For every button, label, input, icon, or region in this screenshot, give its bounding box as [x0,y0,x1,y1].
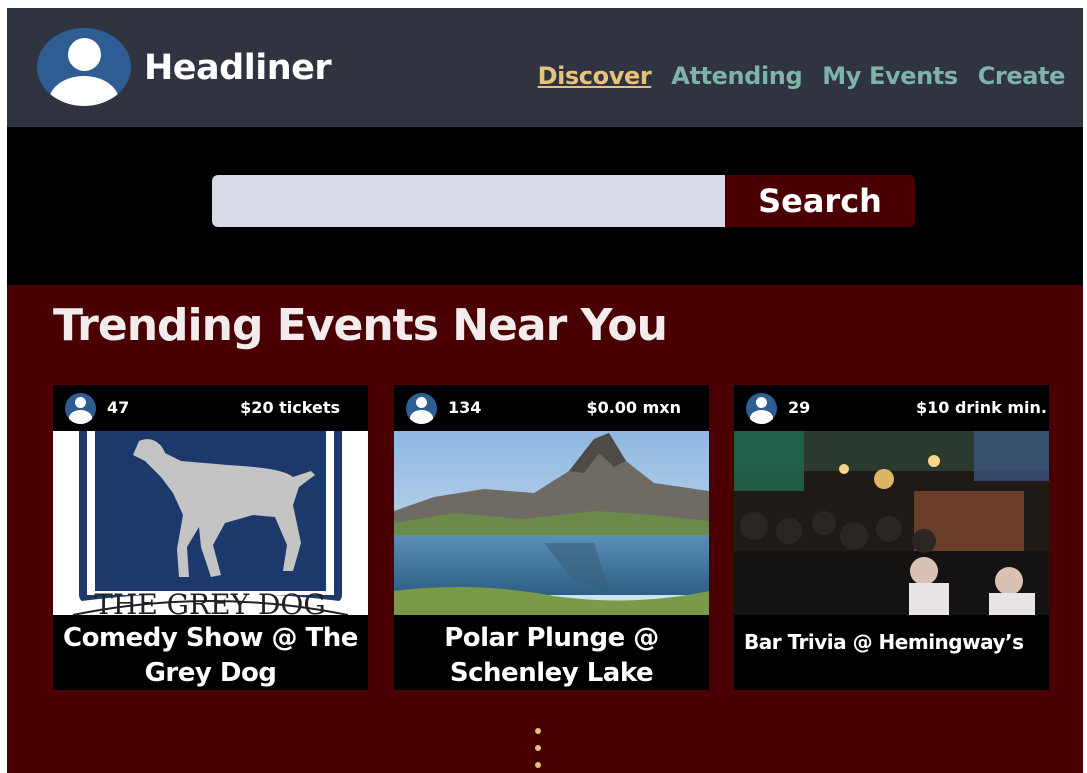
card-meta: 47 $20 tickets [53,385,368,431]
event-card-comedy[interactable]: 47 $20 tickets THE GREY DOG Comedy Show … [53,385,368,690]
attendee-count: 134 [448,398,482,417]
event-price: $20 tickets [240,398,340,417]
card-meta: 134 $0.00 mxn [394,385,709,431]
event-card-bar-trivia[interactable]: 29 $10 drink min. Bar Trivia @ Hemingway… [734,385,1049,690]
nav-discover[interactable]: Discover [538,62,652,90]
nav-create[interactable]: Create [978,62,1066,90]
event-image-grey-dog: THE GREY DOG [53,431,368,615]
more-vertical-icon[interactable] [533,728,543,768]
main-nav: Discover Attending My Events Create [518,62,1066,90]
user-avatar-icon[interactable] [37,28,131,106]
event-image-bar [734,431,1049,615]
brand-name: Headliner [144,48,332,88]
attendee-count: 29 [788,398,811,417]
event-title: Bar Trivia @ Hemingway’s [744,630,1024,654]
top-header: Headliner Discover Attending My Events C… [7,8,1083,127]
event-price: $10 drink min. [915,398,1047,417]
attendee-icon [65,393,96,424]
event-price: $0.00 mxn [586,398,681,417]
app-frame: Headliner Discover Attending My Events C… [7,8,1083,773]
section-title: Trending Events Near You [53,300,668,351]
search-band: Search [7,127,1083,285]
attendee-icon [746,393,777,424]
card-meta: 29 $10 drink min. [734,385,1049,431]
search-input[interactable] [212,175,725,227]
event-image-lake [394,431,709,615]
search-button[interactable]: Search [725,175,915,227]
nav-my-events[interactable]: My Events [822,62,958,90]
grey-dog-logo-text: THE GREY DOG [94,588,325,615]
event-title: Polar Plunge @ Schenley Lake [444,623,659,688]
attendee-icon [406,393,437,424]
event-card-polar-plunge[interactable]: 134 $0.00 mxn Polar Plunge @ Schenley La… [394,385,709,690]
event-title: Comedy Show @ The Grey Dog [63,623,358,688]
nav-attending[interactable]: Attending [671,62,802,90]
attendee-count: 47 [107,398,130,417]
